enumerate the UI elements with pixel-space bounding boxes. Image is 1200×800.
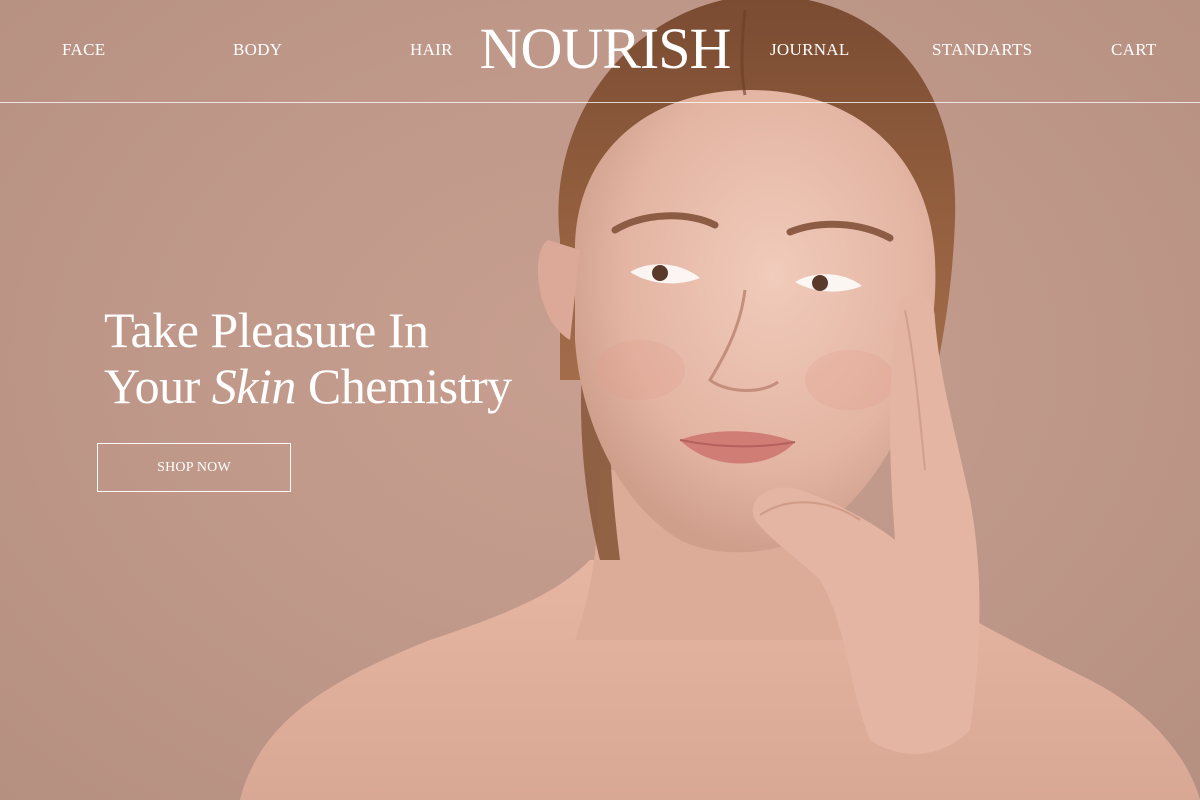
- hero-heading-line-2-end: Chemistry: [295, 358, 512, 414]
- hero-heading-emphasis: Skin: [211, 358, 297, 414]
- nav-link-journal[interactable]: JOURNAL: [770, 40, 850, 60]
- hero-heading-line-2-start: Your: [104, 358, 212, 414]
- hero-heading: Take Pleasure In Your Skin Chemistry: [104, 302, 512, 414]
- site-header: FACE BODY HAIR NOURISH JOURNAL STANDARTS…: [0, 0, 1200, 103]
- shop-now-button[interactable]: SHOP NOW: [97, 443, 291, 492]
- nav-link-standarts[interactable]: STANDARTS: [932, 40, 1032, 60]
- hero-heading-line-2: Your Skin Chemistry: [104, 358, 512, 414]
- nav-link-cart[interactable]: CART: [1111, 40, 1157, 60]
- hero-page: FACE BODY HAIR NOURISH JOURNAL STANDARTS…: [0, 0, 1200, 800]
- hero-heading-line-1: Take Pleasure In: [104, 302, 429, 358]
